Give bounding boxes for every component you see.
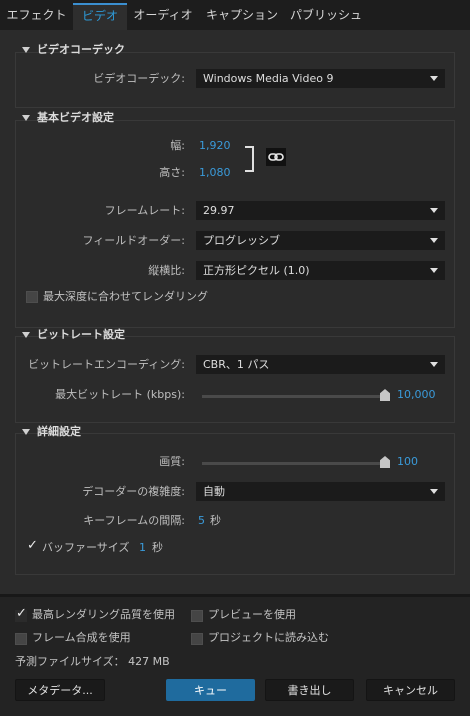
export-button[interactable]: 書き出し bbox=[265, 679, 354, 701]
tab-audio[interactable]: オーディオ bbox=[127, 3, 199, 30]
max-bitrate-slider[interactable] bbox=[202, 395, 387, 398]
import-into-project-checkbox[interactable] bbox=[191, 633, 203, 645]
chevron-down-icon bbox=[430, 238, 438, 243]
collapse-triangle-icon[interactable] bbox=[22, 47, 30, 53]
import-into-project-label: プロジェクトに読み込む bbox=[208, 631, 329, 644]
bitrate-section bbox=[15, 336, 455, 423]
width-value[interactable]: 1,920 bbox=[199, 138, 231, 154]
aspect-label: 縦横比: bbox=[148, 264, 185, 277]
collapse-triangle-icon[interactable] bbox=[22, 429, 30, 435]
buffer-size-unit: 秒 bbox=[152, 541, 163, 554]
link-bracket bbox=[245, 146, 254, 172]
bitrate-title: ビットレート設定 bbox=[37, 328, 125, 341]
chevron-down-icon bbox=[430, 362, 438, 367]
tab-video[interactable]: ビデオ bbox=[73, 3, 127, 30]
estimated-file-size: 予測ファイルサイズ： 427 MB bbox=[15, 655, 170, 668]
decoder-complexity-dropdown[interactable]: 自動 bbox=[196, 482, 445, 501]
buffer-size-checkbox[interactable]: ✓ bbox=[26, 538, 38, 554]
use-previews-label: プレビューを使用 bbox=[208, 608, 296, 621]
decoder-complexity-value: 自動 bbox=[203, 485, 225, 498]
keyframe-interval-value[interactable]: 5 bbox=[198, 513, 205, 529]
basic-video-title: 基本ビデオ設定 bbox=[37, 111, 114, 124]
frame-rate-value: 29.97 bbox=[203, 204, 235, 217]
quality-slider[interactable] bbox=[202, 462, 387, 465]
quality-label: 画質: bbox=[159, 455, 185, 468]
bitrate-encoding-label: ビットレートエンコーディング: bbox=[28, 358, 185, 371]
max-render-quality-checkbox[interactable]: ✓ bbox=[15, 606, 27, 622]
max-bitrate-value[interactable]: 10,000 bbox=[397, 387, 436, 403]
frame-blending-label: フレーム合成を使用 bbox=[32, 631, 131, 644]
codec-dropdown[interactable]: Windows Media Video 9 bbox=[196, 69, 445, 88]
chevron-down-icon bbox=[430, 489, 438, 494]
height-value[interactable]: 1,080 bbox=[199, 165, 231, 181]
buffer-size-label: バッファーサイズ bbox=[42, 541, 130, 554]
aspect-dropdown[interactable]: 正方形ピクセル (1.0) bbox=[196, 261, 445, 280]
codec-value: Windows Media Video 9 bbox=[203, 72, 334, 85]
frame-rate-label: フレームレート: bbox=[104, 204, 185, 217]
tab-publish[interactable]: パブリッシュ bbox=[285, 3, 367, 30]
video-settings-panel[interactable]: ビデオコーデック ビデオコーデック: Windows Media Video 9… bbox=[0, 30, 470, 594]
field-order-label: フィールドオーダー: bbox=[82, 234, 186, 247]
max-depth-checkbox[interactable] bbox=[26, 291, 38, 303]
metadata-button[interactable]: メタデータ... bbox=[15, 679, 105, 701]
codec-label: ビデオコーデック: bbox=[93, 72, 185, 85]
buffer-size-value[interactable]: 1 bbox=[139, 540, 146, 556]
width-label: 幅: bbox=[170, 139, 185, 152]
aspect-value: 正方形ピクセル (1.0) bbox=[203, 264, 310, 277]
quality-value[interactable]: 100 bbox=[397, 454, 418, 470]
tab-effects[interactable]: エフェクト bbox=[0, 3, 73, 30]
checkmark-icon: ✓ bbox=[27, 538, 38, 553]
max-depth-label: 最大深度に合わせてレンダリング bbox=[43, 290, 208, 303]
checkmark-icon: ✓ bbox=[16, 606, 27, 621]
keyframe-unit: 秒 bbox=[210, 514, 221, 527]
frame-rate-dropdown[interactable]: 29.97 bbox=[196, 201, 445, 220]
chevron-down-icon bbox=[430, 76, 438, 81]
max-bitrate-label: 最大ビットレート (kbps): bbox=[55, 388, 185, 401]
link-icon[interactable] bbox=[266, 148, 286, 166]
height-label: 高さ: bbox=[159, 166, 185, 179]
bitrate-encoding-dropdown[interactable]: CBR、1 パス bbox=[196, 355, 445, 374]
use-previews-checkbox[interactable] bbox=[191, 610, 203, 622]
cancel-button[interactable]: キャンセル bbox=[366, 679, 455, 701]
bitrate-encoding-value: CBR、1 パス bbox=[203, 358, 270, 371]
field-order-value: プログレッシブ bbox=[203, 234, 280, 247]
field-order-dropdown[interactable]: プログレッシブ bbox=[196, 231, 445, 250]
tab-bar: エフェクト ビデオ オーディオ キャプション パブリッシュ bbox=[0, 0, 470, 30]
chevron-down-icon bbox=[430, 268, 438, 273]
chevron-down-icon bbox=[430, 208, 438, 213]
advanced-title: 詳細設定 bbox=[37, 425, 81, 438]
keyframe-interval-label: キーフレームの間隔: bbox=[83, 514, 185, 527]
tab-captions[interactable]: キャプション bbox=[199, 3, 285, 30]
max-render-quality-label: 最高レンダリング品質を使用 bbox=[32, 608, 175, 621]
collapse-triangle-icon[interactable] bbox=[22, 332, 30, 338]
decoder-complexity-label: デコーダーの複雑度: bbox=[82, 485, 185, 498]
bottom-bar: ✓ 最高レンダリング品質を使用 プレビューを使用 フレーム合成を使用 プロジェク… bbox=[0, 597, 470, 716]
queue-button[interactable]: キュー bbox=[166, 679, 255, 701]
collapse-triangle-icon[interactable] bbox=[22, 115, 30, 121]
video-codec-title: ビデオコーデック bbox=[37, 43, 125, 56]
frame-blending-checkbox[interactable] bbox=[15, 633, 27, 645]
